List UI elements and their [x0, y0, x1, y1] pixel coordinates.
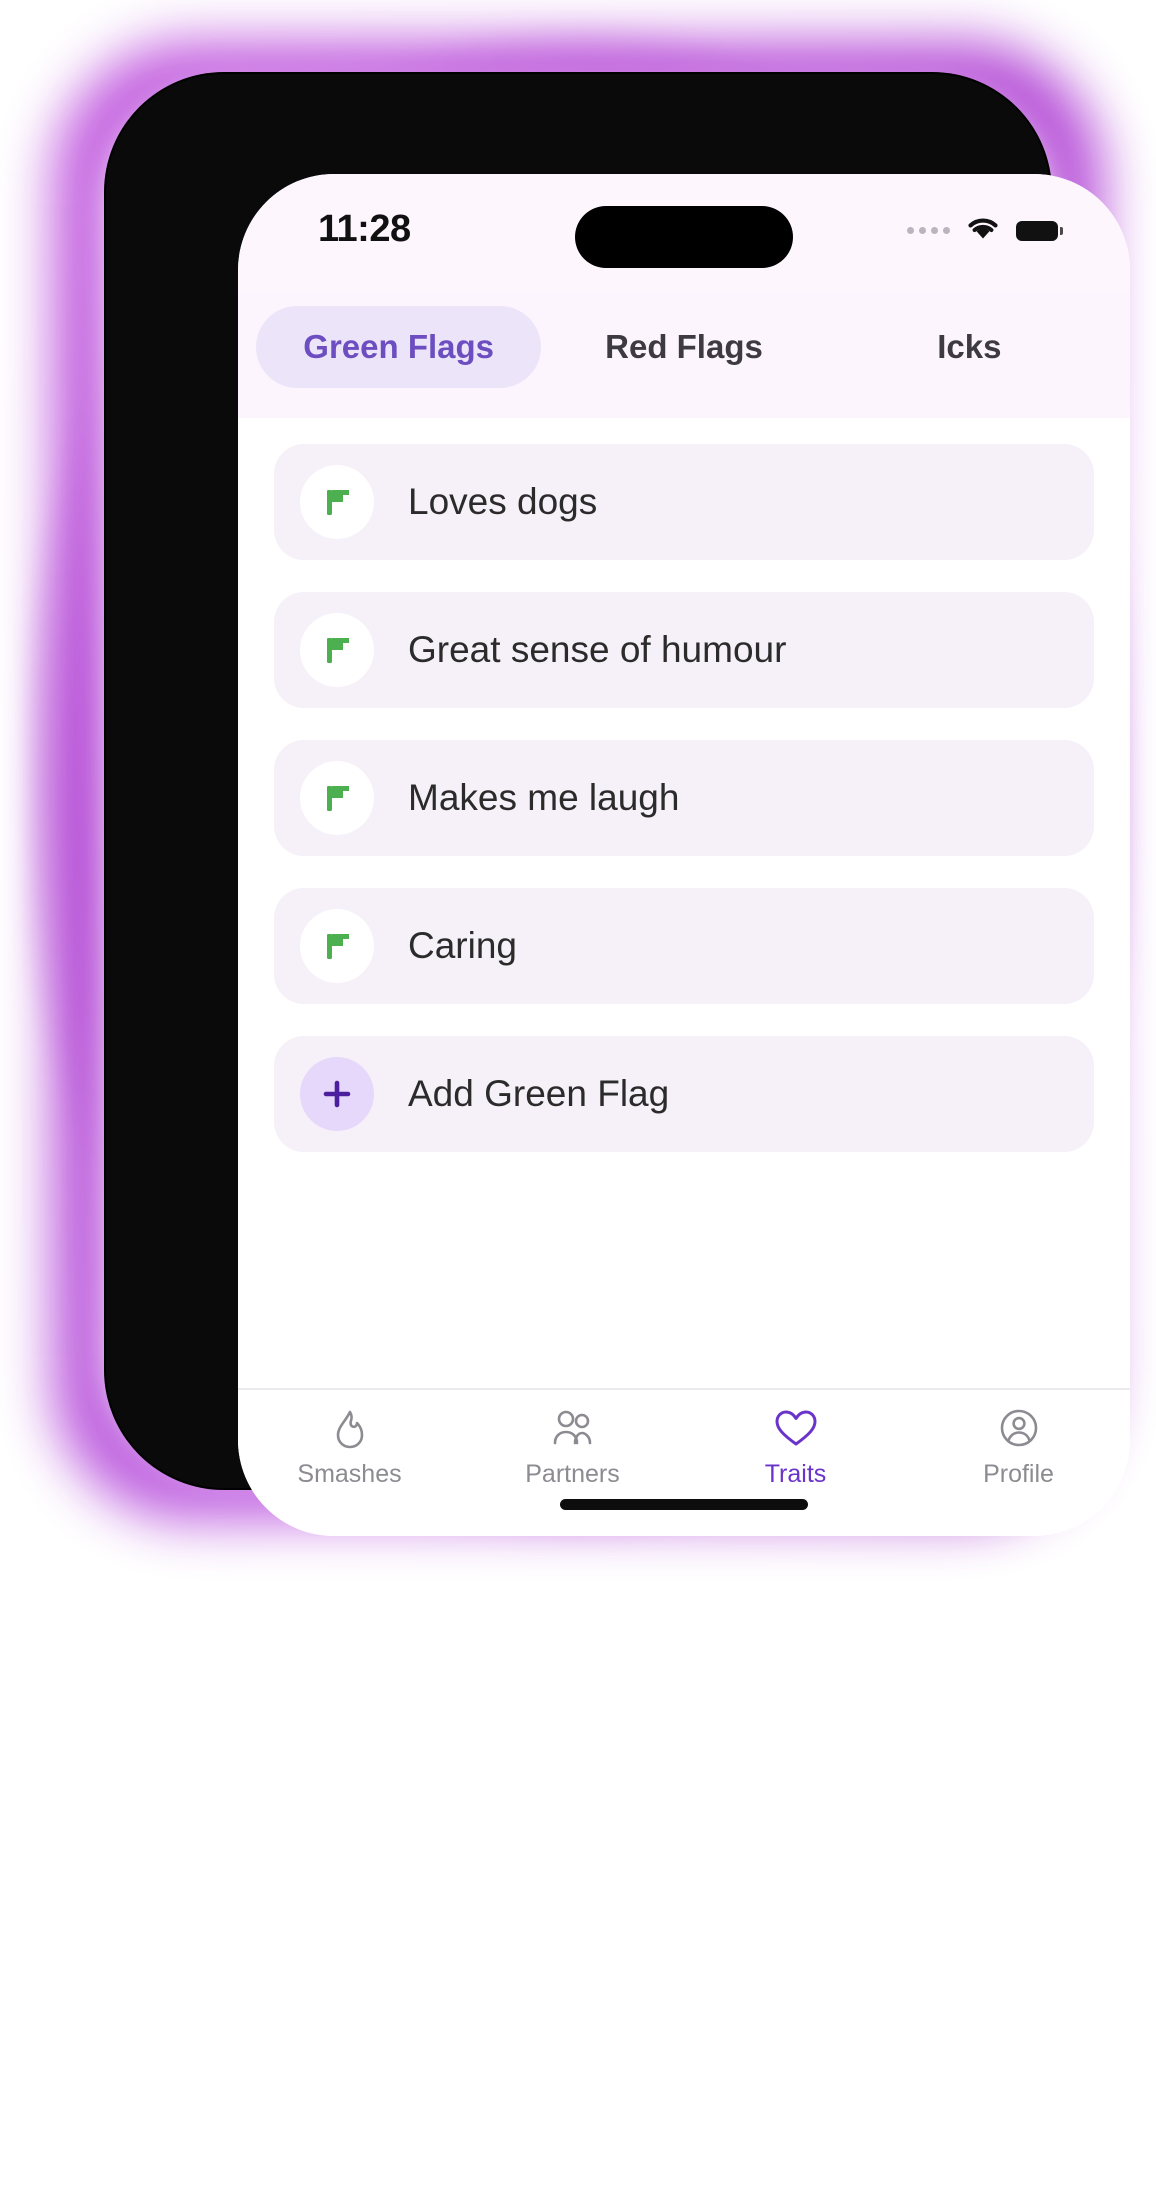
plus-icon — [323, 1080, 351, 1108]
status-bar-indicators — [907, 214, 1063, 247]
add-green-flag-label: Add Green Flag — [408, 1073, 670, 1114]
nav-item-profile[interactable]: Profile — [907, 1406, 1130, 1489]
green-flag-icon-wrapper — [300, 465, 374, 539]
nav-item-smashes[interactable]: Smashes — [238, 1406, 461, 1489]
green-flags-list: Loves dogs Great sense of humour Makes m… — [238, 418, 1130, 1388]
list-item-label: Makes me laugh — [408, 777, 680, 818]
add-green-flag-row[interactable]: Add Green Flag — [274, 1036, 1094, 1152]
tab-icks-label: Icks — [937, 328, 1002, 365]
green-flag-icon — [327, 934, 349, 959]
list-item[interactable]: Loves dogs — [274, 444, 1094, 560]
phone-frame: 11:28 Green Flags Red Flags Icks Loves d… — [106, 74, 1130, 1536]
wifi-icon — [964, 214, 1002, 247]
tab-icks[interactable]: Icks — [827, 306, 1112, 388]
list-item-label: Loves dogs — [408, 481, 598, 522]
green-flag-icon — [327, 490, 349, 515]
list-item[interactable]: Caring — [274, 888, 1094, 1004]
green-flag-icon-wrapper — [300, 909, 374, 983]
green-flag-icon-wrapper — [300, 613, 374, 687]
people-icon — [553, 1410, 591, 1445]
nav-item-traits-label: Traits — [764, 1460, 827, 1488]
nav-item-partners[interactable]: Partners — [461, 1406, 684, 1489]
person-circle-icon — [1000, 1409, 1037, 1447]
tab-green-flags[interactable]: Green Flags — [256, 306, 542, 388]
nav-item-partners-label: Partners — [525, 1460, 620, 1488]
nav-item-traits[interactable]: Traits — [684, 1406, 907, 1489]
nav-item-smashes-label: Smashes — [297, 1460, 402, 1488]
trait-category-tabs: Green Flags Red Flags Icks — [238, 292, 1130, 418]
screenshot-canvas: 11:28 Green Flags Red Flags Icks Loves d… — [0, 0, 1156, 2193]
status-bar-time: 11:28 — [318, 208, 411, 250]
green-flag-icon — [327, 786, 349, 811]
list-item[interactable]: Makes me laugh — [274, 740, 1094, 856]
list-item-label: Great sense of humour — [408, 629, 787, 670]
tab-red-flags-label: Red Flags — [605, 328, 763, 365]
list-item[interactable]: Great sense of humour — [274, 592, 1094, 708]
bottom-navigation: Smashes Partners Traits Profile — [238, 1388, 1130, 1536]
status-bar: 11:28 — [238, 174, 1130, 292]
home-indicator[interactable] — [560, 1499, 808, 1510]
green-flag-icon — [327, 638, 349, 663]
nav-item-profile-label: Profile — [983, 1460, 1054, 1488]
heart-icon — [775, 1410, 816, 1446]
dynamic-island — [575, 206, 793, 268]
battery-full-icon — [1016, 220, 1063, 241]
plus-icon-wrapper — [300, 1057, 374, 1131]
tab-red-flags[interactable]: Red Flags — [541, 306, 826, 388]
tab-green-flags-label: Green Flags — [303, 328, 495, 365]
cellular-dots-icon — [907, 227, 950, 234]
phone-screen: 11:28 Green Flags Red Flags Icks Loves d… — [238, 174, 1130, 1536]
list-item-label: Caring — [408, 925, 517, 966]
flame-icon — [336, 1410, 363, 1449]
green-flag-icon-wrapper — [300, 761, 374, 835]
